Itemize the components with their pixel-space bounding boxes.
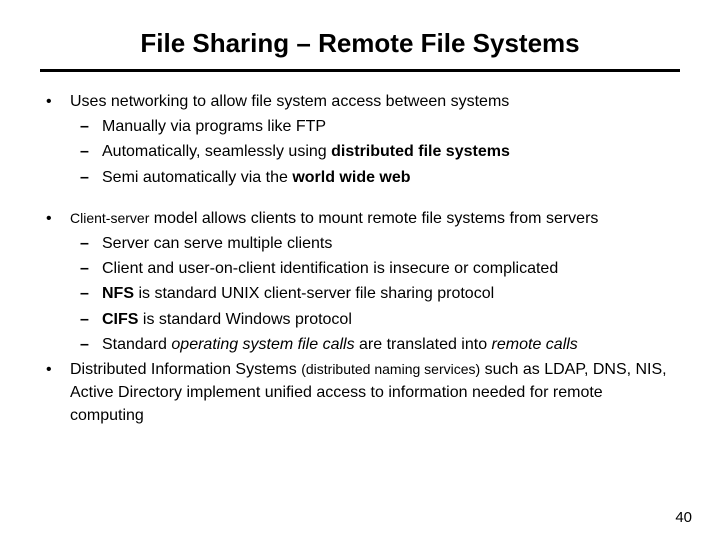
bullet-1-sub-3: Semi automatically via the world wide we… bbox=[70, 166, 680, 189]
bullet-2-sub-1: Server can serve multiple clients bbox=[70, 232, 680, 255]
text: is standard Windows protocol bbox=[138, 311, 351, 328]
bullet-1-sub-1: Manually via programs like FTP bbox=[70, 115, 680, 138]
text: Distributed Information Systems bbox=[70, 361, 301, 378]
title-divider bbox=[40, 69, 680, 72]
bullet-2: Client-server model allows clients to mo… bbox=[40, 207, 680, 356]
text: Automatically, seamlessly using bbox=[102, 143, 331, 160]
text: Semi automatically via the bbox=[102, 169, 292, 186]
text: is standard UNIX client-server file shar… bbox=[134, 285, 494, 302]
text: Client and user-on-client identification… bbox=[102, 260, 558, 277]
text: model allows clients to mount remote fil… bbox=[149, 210, 598, 227]
bold-text: world wide web bbox=[292, 169, 410, 186]
small-text: (distributed naming services) bbox=[301, 361, 480, 377]
bullet-2-sub-2: Client and user-on-client identification… bbox=[70, 257, 680, 280]
bullet-2-sublist: Server can serve multiple clients Client… bbox=[70, 232, 680, 356]
bullet-1-text: Uses networking to allow file system acc… bbox=[70, 93, 509, 110]
bullet-1: Uses networking to allow file system acc… bbox=[40, 90, 680, 189]
small-text: Client-server bbox=[70, 210, 149, 226]
bullet-3: Distributed Information Systems (distrib… bbox=[40, 358, 680, 428]
italic-text: operating system file calls bbox=[171, 336, 354, 353]
italic-text: remote calls bbox=[492, 336, 578, 353]
bullet-1-sublist: Manually via programs like FTP Automatic… bbox=[70, 115, 680, 189]
bold-text: distributed file systems bbox=[331, 143, 510, 160]
bold-text: NFS bbox=[102, 285, 134, 302]
bullet-1-sub-2: Automatically, seamlessly using distribu… bbox=[70, 140, 680, 163]
text: Server can serve multiple clients bbox=[102, 235, 332, 252]
bullet-2-sub-5: Standard operating system file calls are… bbox=[70, 333, 680, 356]
slide: File Sharing – Remote File Systems Uses … bbox=[0, 0, 720, 540]
bullet-2-sub-3: NFS is standard UNIX client-server file … bbox=[70, 282, 680, 305]
bullet-2-sub-4: CIFS is standard Windows protocol bbox=[70, 308, 680, 331]
text: Standard bbox=[102, 336, 171, 353]
text: are translated into bbox=[355, 336, 492, 353]
text: Manually via programs like FTP bbox=[102, 118, 326, 135]
page-number: 40 bbox=[675, 509, 692, 526]
top-bullet-list: Uses networking to allow file system acc… bbox=[40, 90, 680, 427]
slide-title: File Sharing – Remote File Systems bbox=[40, 28, 680, 59]
bold-text: CIFS bbox=[102, 311, 138, 328]
